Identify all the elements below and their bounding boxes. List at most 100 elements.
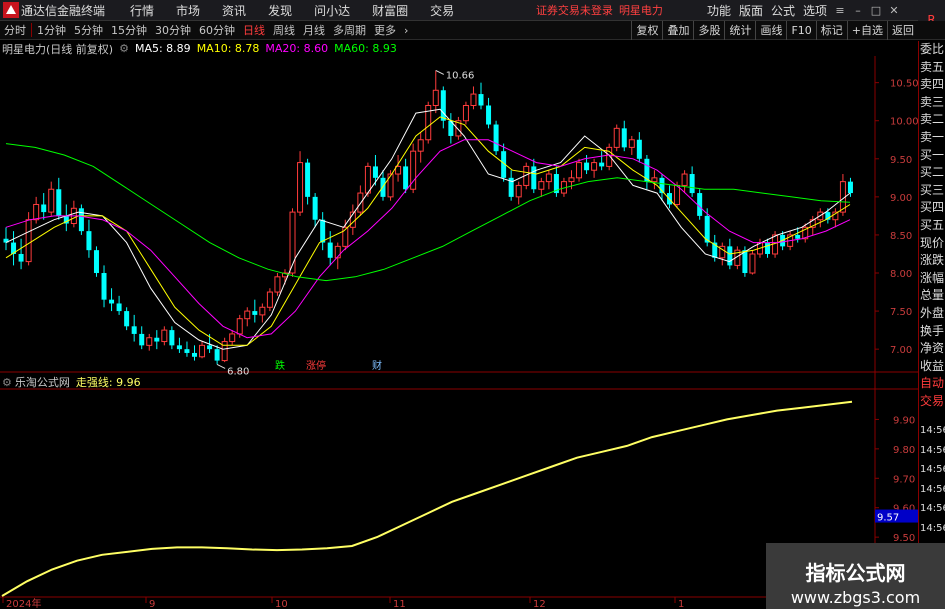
ma5-line bbox=[5, 108, 851, 350]
side-change-pct: 涨幅 bbox=[919, 270, 944, 285]
candle-body-up bbox=[613, 127, 620, 148]
side-buy2[interactable]: 买二 bbox=[919, 164, 945, 182]
side-change: 涨跌 bbox=[919, 253, 944, 268]
candle-body-down bbox=[109, 299, 115, 304]
candle-body-down bbox=[584, 162, 590, 171]
candle-body-down bbox=[327, 242, 333, 258]
side-buy5[interactable]: 买五 bbox=[919, 217, 945, 235]
candle-body-up bbox=[48, 188, 55, 213]
indicator-tick-label: 9.80 bbox=[893, 445, 915, 456]
candle-body-up bbox=[576, 162, 583, 179]
candle-body-up bbox=[591, 162, 598, 171]
candle-body-down bbox=[139, 333, 145, 346]
event-marker-cai[interactable]: 财 bbox=[372, 359, 382, 372]
low-price-pointer bbox=[216, 363, 226, 369]
side-sell2[interactable]: 卖二 bbox=[919, 111, 945, 129]
tick-time: 14:56 bbox=[920, 503, 945, 514]
tick-time: 14:56 bbox=[920, 444, 945, 456]
indicator-legend: ⚙ 乐淘公式网 走强线: 9.96 bbox=[2, 374, 141, 390]
side-sell5[interactable]: 卖五 bbox=[919, 59, 945, 77]
watermark-url: www.zbgs3.com bbox=[790, 588, 921, 607]
indicator-tick-label: 9.70 bbox=[893, 474, 915, 485]
side-buy4[interactable]: 买四 bbox=[919, 199, 945, 217]
candle-body-down bbox=[56, 189, 62, 216]
chart-canvas[interactable]: 7.00 7.50 8.00 8.50 9.00 9.50 10.00 10.50 10.66… bbox=[0, 0, 945, 609]
candle-body-down bbox=[847, 181, 853, 194]
date-tick-label: 11 bbox=[393, 599, 406, 609]
indicator-axis: 9.509.609.709.809.909.57 bbox=[875, 415, 918, 544]
candle-body-down bbox=[478, 94, 484, 106]
indicator-line bbox=[1, 400, 853, 597]
price-tick-label: 10.50 bbox=[890, 79, 919, 90]
side-turnover: 换手 bbox=[919, 323, 944, 338]
date-tick-label: 9 bbox=[149, 599, 155, 609]
tick-time: 14:56 bbox=[920, 425, 945, 436]
candle-body-down bbox=[689, 174, 695, 194]
ma10-line bbox=[5, 116, 851, 346]
indicator-title[interactable]: 乐淘公式网 bbox=[15, 374, 70, 390]
side-weibi[interactable]: 委比 bbox=[919, 41, 945, 59]
candle-body-up bbox=[259, 306, 266, 316]
candle-body-down bbox=[727, 246, 733, 266]
candle-body-up bbox=[470, 93, 477, 106]
high-price-pointer bbox=[435, 70, 444, 75]
indicator-gear-icon[interactable]: ⚙ bbox=[2, 376, 12, 389]
candle-body-up bbox=[297, 162, 304, 213]
candle-body-up bbox=[199, 344, 206, 358]
candle-body-down bbox=[795, 234, 801, 239]
date-axis: 2024年 9 10 11 12 1 bbox=[2, 597, 684, 609]
side-sell1[interactable]: 卖一 bbox=[919, 129, 945, 147]
candle-body-down bbox=[305, 162, 311, 197]
ma20-line bbox=[5, 139, 851, 339]
candlestick-series bbox=[3, 70, 853, 365]
candle-body-up bbox=[432, 89, 439, 106]
side-outer-volume: 外盘 bbox=[919, 305, 944, 320]
price-tick-label: 7.00 bbox=[890, 345, 912, 356]
candle-body-down bbox=[116, 303, 122, 312]
candle-body-up bbox=[364, 165, 371, 194]
side-buy1[interactable]: 买一 bbox=[919, 147, 945, 165]
candle-body-down bbox=[184, 349, 190, 353]
candle-body-down bbox=[191, 352, 197, 357]
tick-time-list: 14:56 14:56 14:56 14:56 14:56 14:56 bbox=[918, 380, 945, 540]
candle-body-down bbox=[93, 250, 99, 274]
candle-body-down bbox=[599, 162, 605, 167]
candle-body-down bbox=[207, 345, 213, 350]
candle-body-up bbox=[236, 318, 243, 335]
side-sell4[interactable]: 卖四 bbox=[919, 76, 945, 94]
side-sell3[interactable]: 卖三 bbox=[919, 94, 945, 112]
event-marker-die[interactable]: 跌 bbox=[275, 359, 285, 372]
tick-time: 14:56 bbox=[920, 464, 945, 475]
candle-body-up bbox=[515, 184, 522, 198]
candle-body-down bbox=[41, 204, 47, 213]
candle-body-down bbox=[214, 349, 220, 361]
candle-body-down bbox=[101, 273, 107, 300]
date-tick-label: 1 bbox=[678, 599, 684, 609]
side-buy3[interactable]: 买三 bbox=[919, 182, 945, 200]
app-window: 通达信金融终端 行情 市场 资讯 发现 问小达 财富圈 交易 证券交易未登录 明… bbox=[0, 0, 945, 609]
candle-body-up bbox=[417, 139, 424, 152]
date-tick-label: 2024年 bbox=[6, 597, 41, 609]
strength-line bbox=[1, 400, 853, 597]
candle-body-up bbox=[545, 173, 552, 183]
price-tick-label: 8.50 bbox=[890, 231, 912, 242]
candle-body-down bbox=[176, 345, 182, 350]
tick-time: 14:56 bbox=[920, 522, 945, 534]
price-tick-label: 10.00 bbox=[890, 117, 919, 128]
price-tick-label: 8.00 bbox=[890, 269, 912, 280]
price-axis: 7.00 7.50 8.00 8.50 9.00 9.50 10.00 10.50 bbox=[875, 79, 919, 356]
candle-body-down bbox=[154, 337, 160, 342]
candle-body-down bbox=[486, 105, 492, 125]
side-earnings: 收益 bbox=[919, 358, 944, 373]
candle-body-up bbox=[274, 276, 281, 293]
candle-body-up bbox=[674, 184, 681, 205]
candle-body-down bbox=[131, 326, 137, 334]
moving-average-lines bbox=[5, 108, 851, 350]
indicator-current-value: 9.57 bbox=[877, 513, 899, 524]
candle-body-down bbox=[312, 196, 318, 220]
candle-body-down bbox=[252, 311, 258, 315]
price-tick-label: 9.50 bbox=[890, 155, 912, 166]
date-tick-label: 12 bbox=[533, 599, 546, 609]
event-marker-zhangting[interactable]: 涨停 bbox=[306, 359, 326, 372]
candle-body-down bbox=[493, 124, 499, 152]
